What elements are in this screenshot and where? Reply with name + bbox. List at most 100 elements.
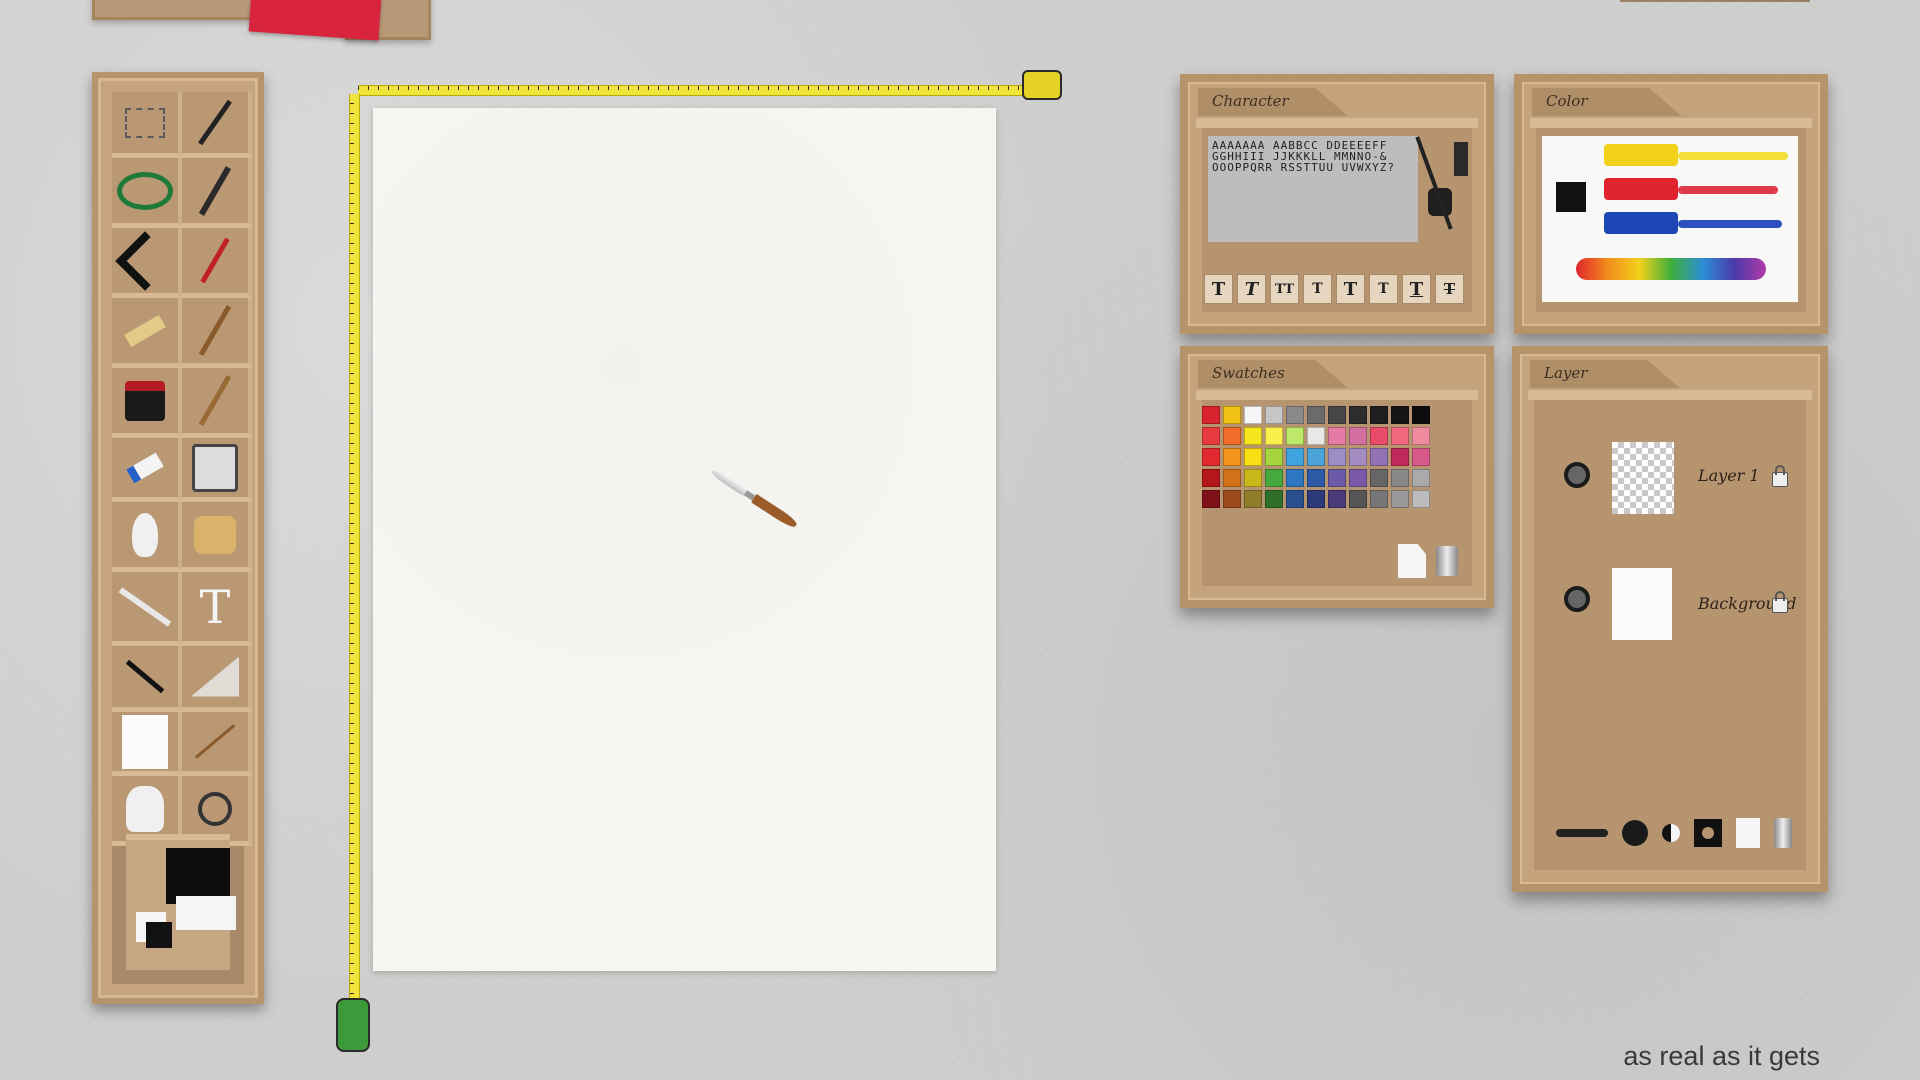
swatch[interactable] [1244,406,1262,424]
swatch[interactable] [1202,406,1220,424]
swatch[interactable] [1370,490,1388,508]
new-swatch-icon[interactable] [1398,544,1426,578]
eye-icon[interactable] [1564,586,1590,612]
black-swatch[interactable] [1556,182,1586,212]
swatch[interactable] [1391,469,1409,487]
swatch[interactable] [1370,469,1388,487]
lock-icon[interactable] [1772,591,1788,613]
eye-icon[interactable] [1564,462,1590,488]
swatch[interactable] [1412,469,1430,487]
swatch[interactable] [1307,406,1325,424]
document-canvas[interactable] [373,108,996,971]
swatch[interactable] [1202,448,1220,466]
tool-stamp[interactable] [112,368,182,438]
swatch[interactable] [1244,448,1262,466]
color-mixing-paper[interactable] [1542,136,1798,302]
swatch[interactable] [1328,490,1346,508]
swatch[interactable] [1286,406,1304,424]
swatch[interactable] [1391,427,1409,445]
swatch[interactable] [1412,448,1430,466]
swatch[interactable] [1391,448,1409,466]
swatch[interactable] [1223,469,1241,487]
swatch[interactable] [1307,490,1325,508]
swatch[interactable] [1307,427,1325,445]
tool-measure[interactable] [182,646,252,712]
type-style-normal[interactable]: T [1204,274,1233,304]
swatch[interactable] [1370,427,1388,445]
link-layers-icon[interactable] [1556,829,1608,837]
swatch[interactable] [1202,490,1220,508]
swatch[interactable] [1223,406,1241,424]
swatch[interactable] [1286,469,1304,487]
swatch[interactable] [1391,406,1409,424]
red-tube-icon[interactable] [1604,178,1678,200]
type-style-caps[interactable]: TT [1270,274,1299,304]
swatch[interactable] [1412,427,1430,445]
swatch[interactable] [1286,448,1304,466]
swatch[interactable] [1412,490,1430,508]
swatch[interactable] [1223,427,1241,445]
lock-icon[interactable] [1772,465,1788,487]
swatch[interactable] [1349,490,1367,508]
swatch[interactable] [1286,427,1304,445]
tool-paint-bucket[interactable] [182,438,252,502]
delete-swatch-icon[interactable] [1436,546,1458,576]
tool-brush-pen[interactable] [182,158,252,228]
layer-row-background[interactable]: Background [1548,568,1796,658]
tool-rectangle-select[interactable] [112,92,182,158]
background-color-swatch[interactable] [176,896,236,930]
default-colors-icon[interactable] [136,912,172,948]
type-style-smallcaps[interactable]: T [1303,274,1332,304]
swatch[interactable] [1349,406,1367,424]
swatch[interactable] [1265,469,1283,487]
swatch[interactable] [1307,469,1325,487]
swatch[interactable] [1244,469,1262,487]
tool-type[interactable]: T [182,572,252,646]
tool-fine-brush[interactable] [182,368,252,438]
swatch[interactable] [1328,448,1346,466]
tool-knife[interactable] [112,572,182,646]
adjustment-layer-icon[interactable] [1662,824,1680,842]
blue-tube-icon[interactable] [1604,212,1678,234]
tool-brush[interactable] [182,298,252,368]
tool-smudge[interactable] [112,502,182,572]
swatch[interactable] [1349,427,1367,445]
swatch[interactable] [1349,469,1367,487]
swatch[interactable] [1349,448,1367,466]
rainbow-stroke[interactable] [1576,258,1766,280]
tool-lasso[interactable] [112,158,182,228]
layer-mask-icon[interactable] [1694,819,1722,847]
tool-sponge[interactable] [182,502,252,572]
swatch[interactable] [1328,427,1346,445]
layer-row-layer-1[interactable]: Layer 1 [1548,442,1792,532]
swatch[interactable] [1370,448,1388,466]
swatch[interactable] [1265,406,1283,424]
swatch[interactable] [1223,448,1241,466]
type-style-italic[interactable]: T [1237,274,1266,304]
tool-pen[interactable] [182,92,252,158]
swatch[interactable] [1202,427,1220,445]
swatch[interactable] [1265,427,1283,445]
swatch[interactable] [1244,490,1262,508]
tool-crop[interactable] [112,228,182,298]
type-style-underline[interactable]: T [1402,274,1431,304]
tool-red-pencil[interactable] [182,228,252,298]
tool-notes[interactable] [112,712,182,776]
swatch[interactable] [1265,490,1283,508]
type-style-superscript[interactable]: T [1336,274,1365,304]
yellow-tube-icon[interactable] [1604,144,1678,166]
type-style-strikethrough[interactable]: T [1435,274,1464,304]
swatch[interactable] [1328,406,1346,424]
swatch[interactable] [1223,490,1241,508]
tool-needle[interactable] [182,712,252,776]
tool-ruler[interactable] [112,298,182,368]
swatch[interactable] [1244,427,1262,445]
swatch[interactable] [1412,406,1430,424]
type-style-subscript[interactable]: T [1369,274,1398,304]
swatch[interactable] [1265,448,1283,466]
delete-layer-icon[interactable] [1774,818,1792,848]
swatch[interactable] [1286,490,1304,508]
swatch[interactable] [1328,469,1346,487]
swatch[interactable] [1391,490,1409,508]
swatch[interactable] [1307,448,1325,466]
